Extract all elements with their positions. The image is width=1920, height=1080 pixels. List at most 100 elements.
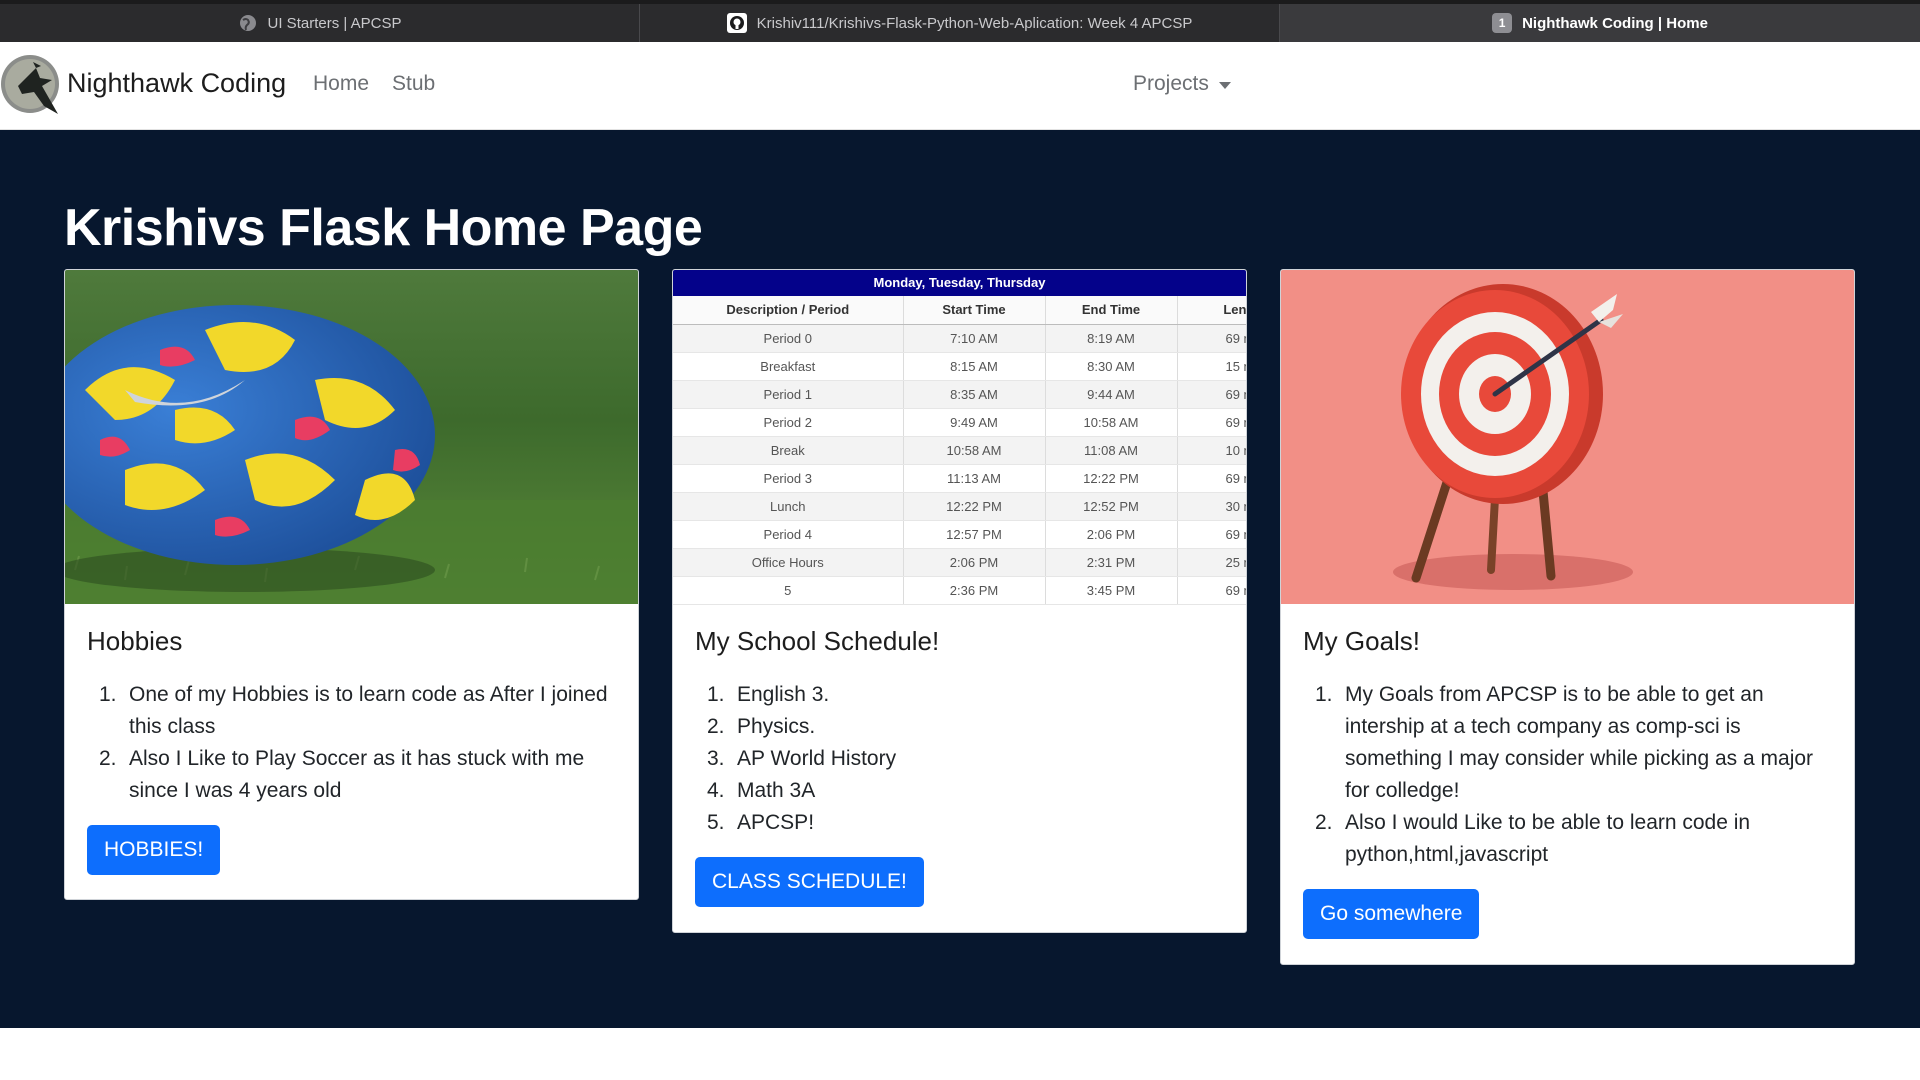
- list-item: 4. Math 3A: [707, 775, 1224, 807]
- table-cell: 10 min: [1177, 436, 1246, 465]
- table-row: Lunch12:22 PM12:52 PM30 min: [673, 492, 1246, 521]
- nav-dropdown-label: Projects: [1133, 72, 1209, 95]
- table-cell: 25 min: [1177, 548, 1246, 577]
- browser-tab-ui-starters[interactable]: UI Starters | APCSP: [0, 4, 640, 42]
- table-cell: Lunch: [673, 492, 904, 521]
- nav-dropdown-projects[interactable]: Projects: [1133, 72, 1231, 96]
- table-cell: 69 min: [1177, 576, 1246, 605]
- table-cell: 11:08 AM: [1045, 436, 1178, 465]
- table-cell: 2:06 PM: [903, 548, 1046, 577]
- table-row: Break10:58 AM11:08 AM10 min: [673, 436, 1246, 465]
- schedule-table-image: Monday, Tuesday, Thursday Description / …: [673, 270, 1246, 605]
- hobbies-card: Hobbies 1. One of my Hobbies is to learn …: [64, 269, 639, 900]
- table-cell: Period 2: [673, 408, 904, 437]
- list-item: 2. Also I Like to Play Soccer as it has s…: [99, 743, 616, 807]
- table-cell: 12:57 PM: [903, 520, 1046, 549]
- soccer-ball-image: [65, 270, 638, 604]
- list-item-text: English 3.: [737, 683, 830, 706]
- list-item-text: One of my Hobbies is to learn code as Af…: [129, 683, 608, 738]
- browser-tab-bar: UI Starters | APCSP Krishiv111/Krishivs-…: [0, 0, 1920, 42]
- list-item: 2. Also I would Like to be able to learn …: [1315, 807, 1832, 871]
- tab-number-icon: 1: [1492, 13, 1513, 33]
- table-cell: 69 min: [1177, 380, 1246, 409]
- target-image: [1281, 270, 1854, 604]
- card-title: My School Schedule!: [695, 626, 940, 656]
- table-cell: 2:06 PM: [1045, 520, 1178, 549]
- page-title: Krishivs Flask Home Page: [64, 199, 703, 257]
- table-cell: 2:36 PM: [903, 576, 1046, 605]
- table-row: Breakfast8:15 AM8:30 AM15 min: [673, 352, 1246, 381]
- list-item-text: My Goals from APCSP is to be able to get…: [1345, 683, 1814, 802]
- schedule-list: 1. English 3. 2. Physics. 3. AP World Histo…: [695, 679, 1224, 839]
- list-item-text: APCSP!: [737, 811, 815, 834]
- browser-tab-github[interactable]: Krishiv111/Krishivs-Flask-Python-Web-Apl…: [640, 4, 1280, 42]
- list-item-text: AP World History: [737, 747, 897, 770]
- hero-section: Krishivs Flask Home Page Hobbies 1. One …: [0, 130, 1920, 1028]
- goals-list: 1. My Goals from APCSP is to be able to g…: [1303, 679, 1832, 871]
- list-item: 1. One of my Hobbies is to learn code as …: [99, 679, 616, 743]
- column-header: Start Time: [903, 296, 1046, 325]
- class-schedule-button[interactable]: CLASS SCHEDULE!: [695, 857, 924, 907]
- table-row: Period 412:57 PM2:06 PM69 min: [673, 520, 1246, 549]
- table-cell: 8:15 AM: [903, 352, 1046, 381]
- globe-icon: [238, 13, 258, 33]
- table-cell: 10:58 AM: [1045, 408, 1178, 437]
- table-cell: 12:22 PM: [903, 492, 1046, 521]
- list-item-text: Also I would Like to be able to learn co…: [1345, 811, 1751, 866]
- tab-title: Krishiv111/Krishivs-Flask-Python-Web-Apl…: [756, 14, 1193, 32]
- list-item-text: Also I Like to Play Soccer as it has stu…: [129, 747, 585, 802]
- table-cell: Break: [673, 436, 904, 465]
- tab-title: UI Starters | APCSP: [267, 14, 402, 32]
- table-cell: 3:45 PM: [1045, 576, 1178, 605]
- table-cell: Period 1: [673, 380, 904, 409]
- nav-link-home[interactable]: Home: [313, 72, 369, 96]
- table-cell: Period 0: [673, 324, 904, 353]
- table-cell: Breakfast: [673, 352, 904, 381]
- table-cell: 7:10 AM: [903, 324, 1046, 353]
- card-title: Hobbies: [87, 626, 183, 656]
- table-cell: 12:52 PM: [1045, 492, 1178, 521]
- list-item: 2. Physics.: [707, 711, 1224, 743]
- list-item: 3. AP World History: [707, 743, 1224, 775]
- table-cell: 9:49 AM: [903, 408, 1046, 437]
- column-header: End Time: [1045, 296, 1178, 325]
- table-cell: 69 min: [1177, 324, 1246, 353]
- column-header: Length: [1177, 296, 1246, 325]
- tab-title: Nighthawk Coding | Home: [1522, 14, 1708, 32]
- table-cell: 2:31 PM: [1045, 548, 1178, 577]
- table-cell: Period 3: [673, 464, 904, 493]
- table-cell: 69 min: [1177, 464, 1246, 493]
- nighthawk-logo-icon[interactable]: [0, 52, 66, 118]
- table-cell: Period 4: [673, 520, 904, 549]
- table-cell: 12:22 PM: [1045, 464, 1178, 493]
- list-item: 1. English 3.: [707, 679, 1224, 711]
- navbar: Nighthawk Coding Home Stub Projects: [0, 42, 1920, 130]
- go-somewhere-button[interactable]: Go somewhere: [1303, 889, 1480, 939]
- list-item: 5. APCSP!: [707, 807, 1224, 839]
- nav-link-stub[interactable]: Stub: [392, 72, 435, 96]
- hobbies-button[interactable]: HOBBIES!: [87, 825, 221, 875]
- table-cell: 11:13 AM: [903, 464, 1046, 493]
- brand-name[interactable]: Nighthawk Coding: [67, 68, 286, 99]
- table-cell: 69 min: [1177, 520, 1246, 549]
- list-item-text: Math 3A: [737, 779, 816, 802]
- page-footer: [0, 1028, 1920, 1080]
- table-row: Period 18:35 AM9:44 AM69 min: [673, 380, 1246, 409]
- github-icon: [726, 13, 747, 33]
- table-cell: 9:44 AM: [1045, 380, 1178, 409]
- chevron-down-icon: [1218, 81, 1231, 89]
- table-cell: 10:58 AM: [903, 436, 1046, 465]
- schedule-card: Monday, Tuesday, Thursday Description / …: [672, 269, 1247, 933]
- table-cell: Office Hours: [673, 548, 904, 577]
- browser-tab-nighthawk-home[interactable]: 1 Nighthawk Coding | Home: [1280, 4, 1920, 42]
- goals-card: My Goals! 1. My Goals from APCSP is to be…: [1280, 269, 1855, 965]
- card-title: My Goals!: [1303, 626, 1421, 656]
- column-header: Description / Period: [673, 296, 904, 325]
- table-row: Period 29:49 AM10:58 AM69 min: [673, 408, 1246, 437]
- table-row: Period 07:10 AM8:19 AM69 min: [673, 324, 1246, 353]
- table-cell: 69 min: [1177, 408, 1246, 437]
- table-cell: 8:35 AM: [903, 380, 1046, 409]
- table-cell: 5: [673, 576, 904, 605]
- list-item: 1. My Goals from APCSP is to be able to g…: [1315, 679, 1832, 807]
- table-cell: 30 min: [1177, 492, 1246, 521]
